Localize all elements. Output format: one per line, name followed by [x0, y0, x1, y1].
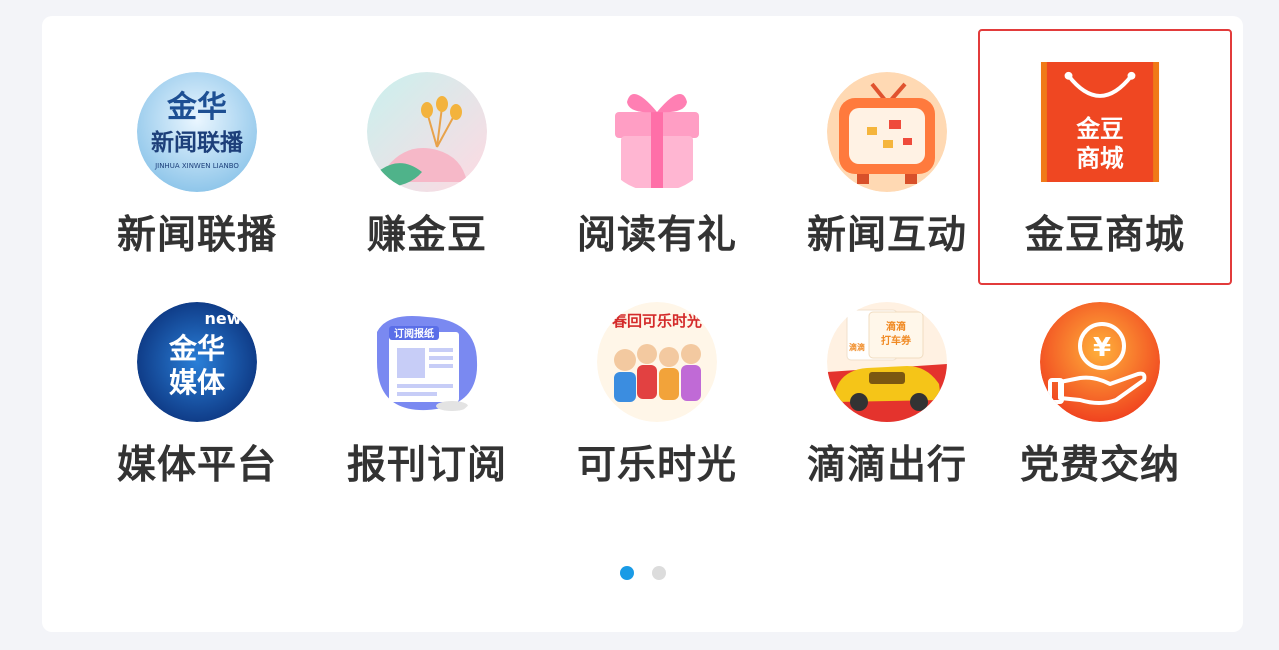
newspaper-subscription-icon: 订阅报纸 [367, 302, 487, 422]
grid-item-news-broadcast[interactable]: 金华 新闻联播 JINHUA XINWEN LIANBO 新闻联播 [82, 26, 312, 258]
grid-item-label: 金豆商城 [1024, 213, 1185, 258]
svg-text:金华: 金华 [168, 332, 225, 365]
grid-item-label: 阅读有礼 [576, 213, 737, 258]
page-indicator [42, 566, 1243, 580]
svg-text:订阅报纸: 订阅报纸 [394, 327, 434, 340]
svg-text:滴滴: 滴滴 [849, 342, 865, 352]
svg-text:new: new [204, 309, 241, 328]
svg-text:媒体: 媒体 [169, 366, 226, 399]
grid-item-label: 赚金豆 [366, 213, 487, 258]
svg-text:金华: 金华 [166, 90, 227, 125]
didi-car-icon: 滴滴 打车券 滴滴 [827, 302, 947, 422]
svg-text:滴滴: 滴滴 [886, 320, 906, 333]
grid-item-read-gift[interactable]: 阅读有礼 [542, 26, 772, 258]
grid-item-didi[interactable]: 滴滴 打车券 滴滴 滴滴出行 [772, 256, 1002, 488]
svg-text:商城: 商城 [1076, 144, 1124, 172]
svg-text:新闻联播: 新闻联播 [151, 129, 244, 156]
party-fee-yuan-icon: ¥ [1040, 302, 1160, 422]
gift-box-icon [597, 72, 717, 192]
grid-item-earn-beans[interactable]: 赚金豆 [312, 26, 542, 258]
service-grid: 金华 新闻联播 JINHUA XINWEN LIANBO 新闻联播 赚金豆 阅读… [42, 16, 1243, 632]
grid-item-party-fee[interactable]: ¥ 党费交纳 [985, 256, 1215, 488]
grid-item-label: 可乐时光 [576, 443, 737, 488]
svg-text:春回可乐时光: 春回可乐时光 [612, 312, 702, 330]
grid-item-label: 新闻互动 [806, 213, 967, 258]
grid-item-news-interaction[interactable]: 新闻互动 [772, 26, 1002, 258]
service-grid-card: 金华 新闻联播 JINHUA XINWEN LIANBO 新闻联播 赚金豆 阅读… [42, 16, 1243, 632]
grid-item-newspaper-subscription[interactable]: 订阅报纸 报刊订阅 [312, 256, 542, 488]
jindou-mall-bag-icon: 金豆 商城 [1040, 62, 1160, 184]
svg-text:金豆: 金豆 [1075, 115, 1123, 143]
page-dot-2[interactable] [651, 566, 666, 580]
jinhua-news-broadcast-icon: 金华 新闻联播 JINHUA XINWEN LIANBO [137, 72, 257, 192]
cola-time-icon: 春回可乐时光 [597, 302, 717, 422]
earn-beans-flower-icon [367, 72, 487, 192]
grid-item-label: 党费交纳 [1019, 443, 1180, 488]
grid-item-cola-time[interactable]: 春回可乐时光 可乐时光 [542, 256, 772, 488]
grid-item-jindou-mall[interactable]: 金豆 商城 金豆商城 [978, 29, 1232, 285]
grid-item-label: 新闻联播 [116, 213, 277, 258]
grid-item-label: 报刊订阅 [346, 443, 507, 488]
svg-text:打车券: 打车券 [881, 334, 912, 347]
grid-item-label: 媒体平台 [116, 443, 277, 488]
page-dot-1[interactable] [619, 566, 634, 580]
svg-text:¥: ¥ [1093, 333, 1111, 363]
svg-text:JINHUA XINWEN LIANBO: JINHUA XINWEN LIANBO [154, 162, 239, 170]
retro-tv-icon [827, 72, 947, 192]
grid-item-media-platform[interactable]: new 金华 媒体 媒体平台 [82, 256, 312, 488]
grid-item-label: 滴滴出行 [806, 443, 967, 488]
jinhua-media-icon: new 金华 媒体 [137, 302, 257, 422]
